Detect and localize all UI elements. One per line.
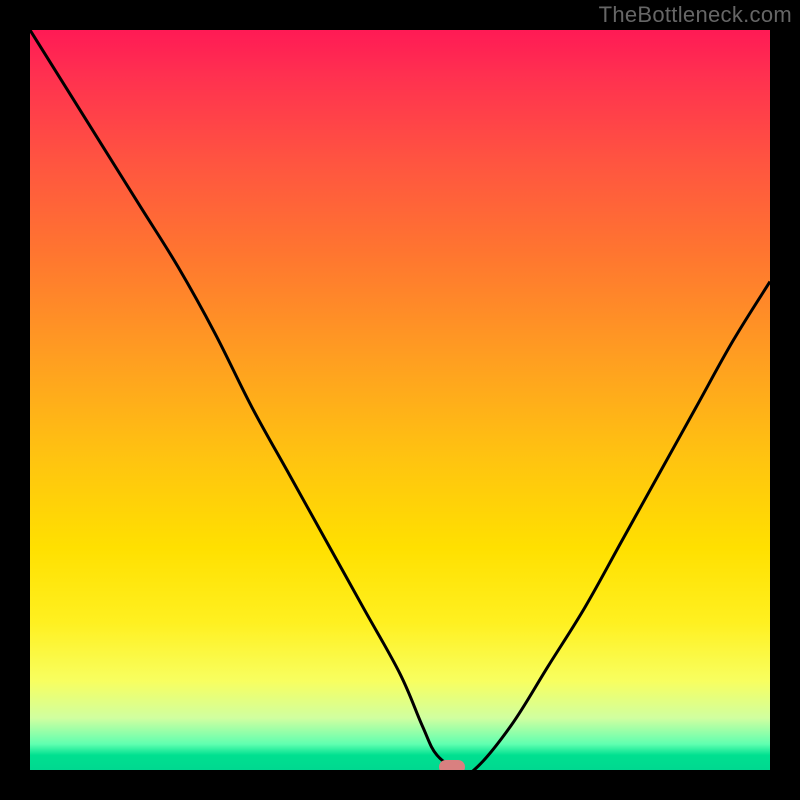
plot-area — [30, 30, 770, 770]
curve-svg — [30, 30, 770, 770]
bottleneck-curve-path — [30, 30, 770, 770]
optimal-marker — [439, 760, 465, 770]
watermark-text: TheBottleneck.com — [599, 2, 792, 28]
chart-container: TheBottleneck.com — [0, 0, 800, 800]
